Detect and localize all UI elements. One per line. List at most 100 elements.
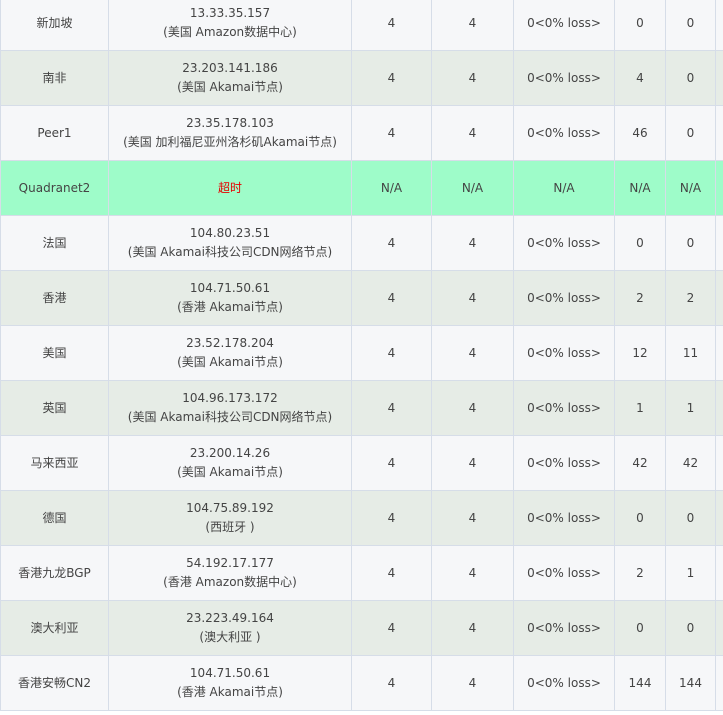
table-row: 英国 104.96.173.172 (美国 Akamai科技公司CDN网络节点) 4 4… xyxy=(0,380,723,436)
ip-address: 13.33.35.157 xyxy=(189,6,271,20)
node-name-cell: 香港安畅CN2 xyxy=(0,655,109,711)
clipped-column-cell xyxy=(715,545,723,601)
ip-cell: 23.223.49.164 (澳大利亚 ) xyxy=(108,600,352,656)
sent-count-cell: 4 xyxy=(351,50,432,106)
sent-count-cell: 4 xyxy=(351,380,432,436)
latency-cell: N/A xyxy=(614,160,666,216)
latency-cell: 1 xyxy=(614,380,666,436)
table-row: 新加坡 13.33.35.157 (美国 Amazon数据中心) 4 4 0<0% los… xyxy=(0,0,723,51)
packet-loss-cell: 0<0% loss> xyxy=(513,270,615,326)
ip-cell: 23.52.178.204 (美国 Akamai节点) xyxy=(108,325,352,381)
ip-location: (美国 Akamai节点) xyxy=(177,355,283,369)
sent-count-cell: 4 xyxy=(351,545,432,601)
latency-cell: 2 xyxy=(614,545,666,601)
ip-address: 104.80.23.51 xyxy=(189,226,271,240)
clipped-column-cell xyxy=(715,160,723,216)
ip-location: (澳大利亚 ) xyxy=(199,630,261,644)
ip-address: 104.71.50.61 xyxy=(189,666,271,680)
latency-cell: 1 xyxy=(665,545,716,601)
packet-loss-cell: 0<0% loss> xyxy=(513,0,615,51)
latency-cell: 0 xyxy=(665,0,716,51)
packet-loss-cell: 0<0% loss> xyxy=(513,380,615,436)
ip-location: (美国 Akamai科技公司CDN网络节点) xyxy=(127,410,333,424)
received-count-cell: 4 xyxy=(431,655,514,711)
sent-count-cell: 4 xyxy=(351,435,432,491)
node-name-cell: 法国 xyxy=(0,215,109,271)
received-count-cell: 4 xyxy=(431,545,514,601)
sent-count-cell: 4 xyxy=(351,600,432,656)
ip-cell: 超时 xyxy=(108,160,352,216)
table-row: 美国 23.52.178.204 (美国 Akamai节点) 4 4 0<0% loss>… xyxy=(0,325,723,381)
results-body: 新加坡 13.33.35.157 (美国 Amazon数据中心) 4 4 0<0% los… xyxy=(0,0,723,711)
sent-count-cell: 4 xyxy=(351,655,432,711)
sent-count-cell: N/A xyxy=(351,160,432,216)
ip-address: 23.35.178.103 xyxy=(186,116,274,130)
ip-cell: 104.80.23.51 (美国 Akamai科技公司CDN网络节点) xyxy=(108,215,352,271)
latency-cell: 0 xyxy=(614,490,666,546)
clipped-column-cell xyxy=(715,215,723,271)
table-row: 香港九龙BGP 54.192.17.177 (香港 Amazon数据中心) 4 4 0<0… xyxy=(0,545,723,601)
clipped-column-cell xyxy=(715,600,723,656)
received-count-cell: 4 xyxy=(431,50,514,106)
ip-location: (西班牙 ) xyxy=(205,520,255,534)
ip-address: 23.223.49.164 xyxy=(186,611,274,625)
packet-loss-cell: 0<0% loss> xyxy=(513,545,615,601)
table-row: 香港安畅CN2 104.71.50.61 (香港 Akamai节点) 4 4 0<0% l… xyxy=(0,655,723,711)
ip-cell: 23.203.141.186 (美国 Akamai节点) xyxy=(108,50,352,106)
clipped-column-cell xyxy=(715,380,723,436)
latency-cell: 0 xyxy=(665,50,716,106)
clipped-column-cell xyxy=(715,435,723,491)
ip-cell: 104.75.89.192 (西班牙 ) xyxy=(108,490,352,546)
ip-location: (美国 Akamai节点) xyxy=(177,465,283,479)
node-name-cell: 南非 xyxy=(0,50,109,106)
packet-loss-cell: 0<0% loss> xyxy=(513,655,615,711)
ip-address: 54.192.17.177 xyxy=(186,556,274,570)
received-count-cell: 4 xyxy=(431,105,514,161)
ping-results-table: 新加坡 13.33.35.157 (美国 Amazon数据中心) 4 4 0<0% los… xyxy=(0,0,723,711)
ip-cell: 54.192.17.177 (香港 Amazon数据中心) xyxy=(108,545,352,601)
clipped-column-cell xyxy=(715,105,723,161)
latency-cell: 4 xyxy=(614,50,666,106)
received-count-cell: 4 xyxy=(431,215,514,271)
packet-loss-cell: 0<0% loss> xyxy=(513,435,615,491)
sent-count-cell: 4 xyxy=(351,325,432,381)
ip-address: 23.203.141.186 xyxy=(182,61,278,75)
ip-address: 104.75.89.192 xyxy=(186,501,274,515)
clipped-column-cell xyxy=(715,0,723,51)
packet-loss-cell: 0<0% loss> xyxy=(513,490,615,546)
clipped-column-cell xyxy=(715,655,723,711)
received-count-cell: 4 xyxy=(431,0,514,51)
packet-loss-cell: 0<0% loss> xyxy=(513,325,615,381)
latency-cell: 0 xyxy=(614,600,666,656)
latency-cell: 144 xyxy=(665,655,716,711)
ip-cell: 104.71.50.61 (香港 Akamai节点) xyxy=(108,270,352,326)
table-row: 德国 104.75.89.192 (西班牙 ) 4 4 0<0% loss> 0 0 xyxy=(0,490,723,546)
ip-cell: 104.71.50.61 (香港 Akamai节点) xyxy=(108,655,352,711)
latency-cell: 0 xyxy=(665,215,716,271)
received-count-cell: 4 xyxy=(431,435,514,491)
latency-cell: 0 xyxy=(614,215,666,271)
node-name-cell: 美国 xyxy=(0,325,109,381)
ip-location: (美国 Amazon数据中心) xyxy=(163,25,297,39)
ip-address: 104.96.173.172 xyxy=(182,391,278,405)
ip-cell: 23.200.14.26 (美国 Akamai节点) xyxy=(108,435,352,491)
received-count-cell: N/A xyxy=(431,160,514,216)
packet-loss-cell: 0<0% loss> xyxy=(513,215,615,271)
sent-count-cell: 4 xyxy=(351,490,432,546)
sent-count-cell: 4 xyxy=(351,105,432,161)
table-row: Peer1 23.35.178.103 (美国 加利福尼亚州洛杉矶Akamai节点)… xyxy=(0,105,723,161)
table-row: 马来西亚 23.200.14.26 (美国 Akamai节点) 4 4 0<0% loss… xyxy=(0,435,723,491)
clipped-column-cell xyxy=(715,270,723,326)
latency-cell: 12 xyxy=(614,325,666,381)
clipped-column-cell xyxy=(715,325,723,381)
latency-cell: 144 xyxy=(614,655,666,711)
ip-cell: 13.33.35.157 (美国 Amazon数据中心) xyxy=(108,0,352,51)
latency-cell: 42 xyxy=(614,435,666,491)
latency-cell: 0 xyxy=(665,600,716,656)
received-count-cell: 4 xyxy=(431,600,514,656)
node-name-cell: 新加坡 xyxy=(0,0,109,51)
sent-count-cell: 4 xyxy=(351,270,432,326)
packet-loss-cell: 0<0% loss> xyxy=(513,105,615,161)
node-name-cell: 香港 xyxy=(0,270,109,326)
ip-address: 23.200.14.26 xyxy=(189,446,271,460)
